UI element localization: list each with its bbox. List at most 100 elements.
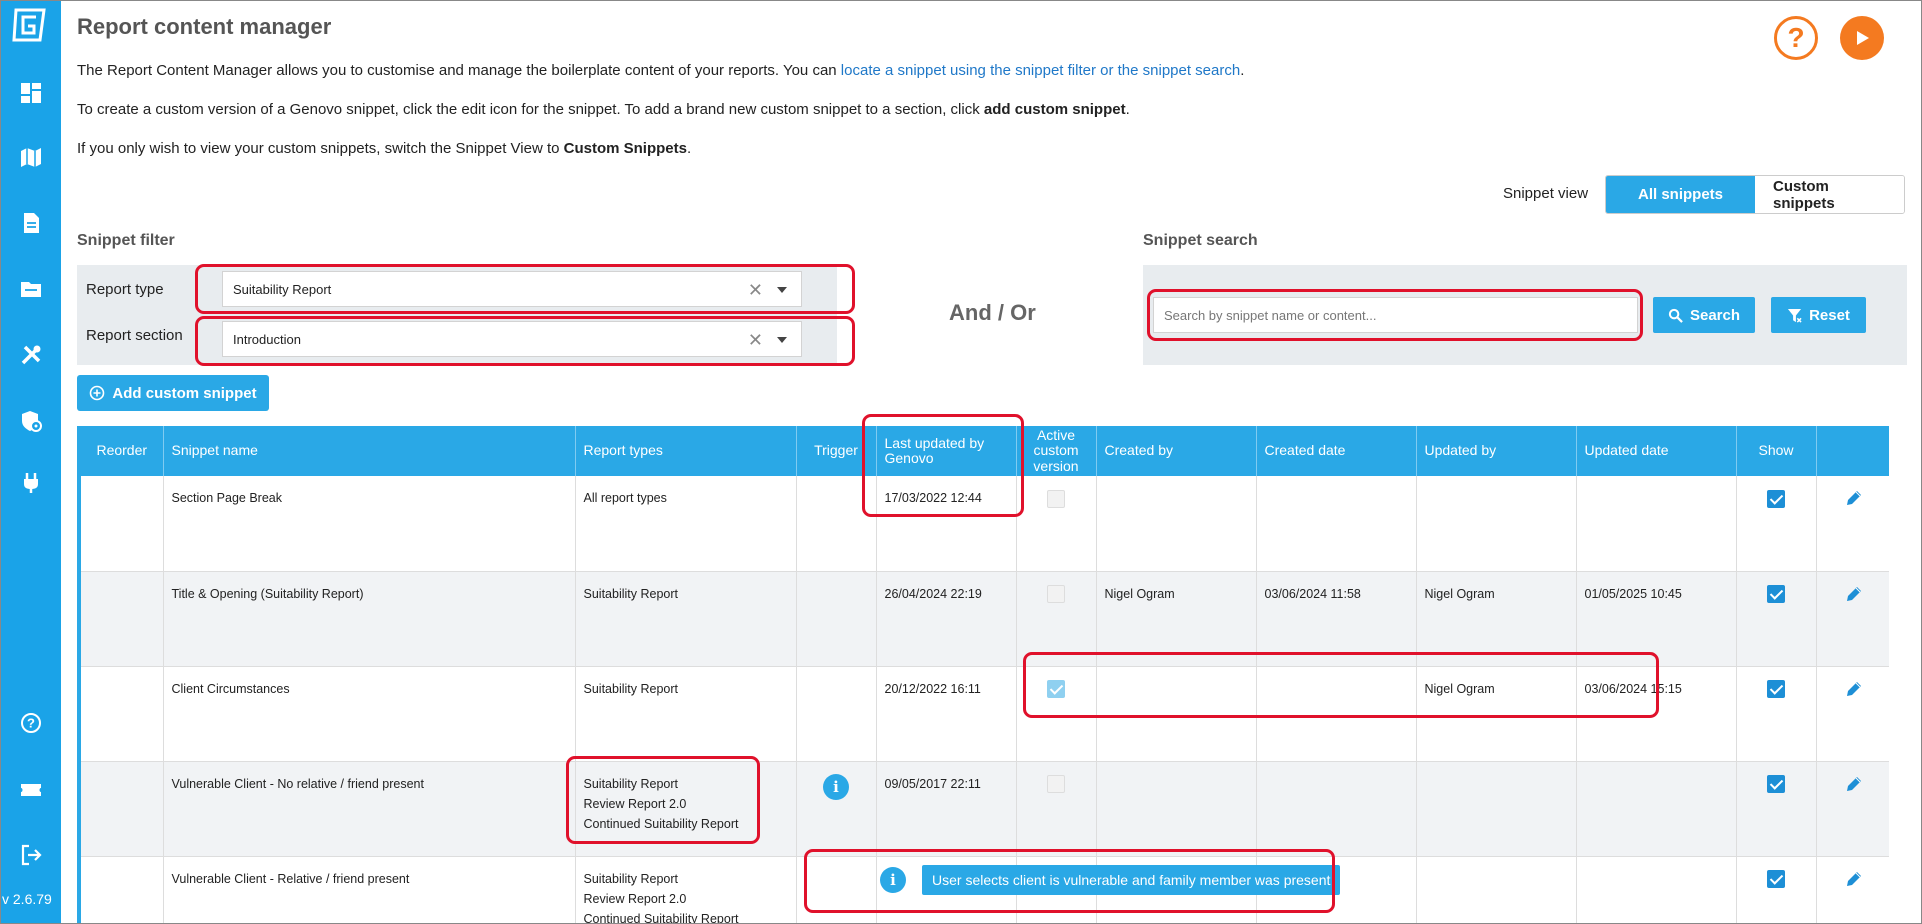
report-types-cell: Suitability Report — [575, 666, 797, 762]
map-icon[interactable] — [18, 144, 44, 170]
updated-date-cell: 03/06/2024 15:15 — [1576, 666, 1737, 762]
report-section-select[interactable]: Introduction ✕ — [222, 321, 802, 357]
trigger-cell — [796, 571, 877, 667]
top-actions: ? — [1774, 16, 1884, 60]
show-checkbox[interactable] — [1767, 870, 1785, 889]
add-custom-snippet-button[interactable]: Add custom snippet — [77, 375, 269, 411]
document-icon[interactable] — [18, 210, 44, 236]
reorder-cell[interactable] — [77, 571, 164, 667]
col-created-date[interactable]: Created date — [1256, 426, 1417, 476]
updated-by-cell: Nigel Ogram — [1416, 666, 1577, 762]
show-checkbox[interactable] — [1767, 775, 1785, 794]
tools-icon[interactable] — [18, 342, 44, 368]
active-custom-checkbox[interactable] — [1047, 680, 1065, 699]
snippet-name: Section Page Break — [163, 476, 576, 572]
dashboard-icon[interactable] — [18, 80, 44, 106]
report-type-item: Continued Suitability Report — [583, 911, 739, 924]
trigger-cell — [796, 856, 877, 924]
shield-settings-icon[interactable] — [18, 408, 44, 434]
clear-icon[interactable]: ✕ — [748, 330, 763, 351]
updated-by-cell — [1416, 476, 1577, 572]
report-type-item: Suitability Report — [583, 586, 679, 601]
snippet-filter-heading: Snippet filter — [77, 232, 175, 249]
col-active-custom[interactable]: Active custom version — [1016, 426, 1097, 476]
show-cell — [1736, 571, 1817, 667]
genovo-logo[interactable] — [12, 8, 46, 42]
edit-pencil-icon[interactable] — [1844, 871, 1864, 892]
col-created-by[interactable]: Created by — [1096, 426, 1257, 476]
edit-pencil-icon[interactable] — [1844, 491, 1864, 511]
snippet-view-toggle: All snippets Custom snippets — [1605, 175, 1905, 214]
intro-line-3: If you only wish to view your custom sni… — [77, 140, 692, 157]
edit-pencil-icon[interactable] — [1844, 586, 1864, 607]
reorder-cell[interactable] — [77, 856, 164, 924]
play-icon[interactable] — [1840, 16, 1884, 60]
info-icon[interactable]: i — [880, 867, 906, 893]
main-content: Report content manager ? The Report Cont… — [61, 0, 1922, 924]
snippets-table: Reorder Snippet name Report types Trigge… — [77, 426, 1889, 924]
col-reorder[interactable]: Reorder — [77, 426, 164, 476]
folder-icon[interactable] — [18, 276, 44, 302]
plus-circle-icon — [90, 385, 105, 401]
help-circle-icon[interactable]: ? — [1774, 16, 1818, 60]
chevron-down-icon[interactable] — [777, 287, 787, 293]
plug-icon[interactable] — [18, 470, 44, 496]
reorder-cell[interactable] — [77, 476, 164, 572]
all-snippets-button[interactable]: All snippets — [1606, 176, 1755, 213]
chevron-down-icon[interactable] — [777, 337, 787, 343]
updated-date-cell: 01/05/2025 10:45 — [1576, 571, 1737, 667]
report-type-item: Suitability Report — [583, 776, 679, 791]
report-type-select[interactable]: Suitability Report ✕ — [222, 271, 802, 307]
created-date-cell — [1256, 666, 1417, 762]
reset-button[interactable]: Reset — [1771, 297, 1866, 333]
snippet-view-label: Snippet view — [1503, 185, 1589, 202]
active-custom-checkbox[interactable] — [1047, 489, 1065, 508]
show-checkbox[interactable] — [1767, 680, 1785, 699]
col-show[interactable]: Show — [1736, 426, 1817, 476]
updated-by-cell — [1416, 761, 1577, 857]
report-type-label: Report type — [86, 281, 164, 298]
report-type-item: Continued Suitability Report — [583, 816, 739, 831]
custom-snippets-button[interactable]: Custom snippets — [1755, 176, 1904, 213]
updated-by-cell — [1416, 856, 1577, 924]
report-type-item: All report types — [583, 491, 667, 505]
col-updated-date[interactable]: Updated date — [1576, 426, 1737, 476]
col-updated-by[interactable]: Updated by — [1416, 426, 1577, 476]
search-button[interactable]: Search — [1653, 297, 1755, 333]
table-row[interactable]: Section Page Break All report types 17/03/… — [77, 476, 1889, 572]
report-types-cell: Suitability Report Review Report 2.0 Conti… — [575, 761, 797, 857]
col-last-updated[interactable]: Last updated by Genovo — [876, 426, 1017, 476]
show-checkbox[interactable] — [1767, 585, 1785, 604]
help-icon[interactable]: ? — [18, 710, 44, 736]
table-row[interactable]: Vulnerable Client - No relative / friend… — [77, 761, 1889, 857]
updated-date-cell — [1576, 856, 1737, 924]
logout-icon[interactable] — [18, 842, 44, 868]
intro-line-1: The Report Content Manager allows you to… — [77, 62, 1245, 79]
updated-date-cell — [1576, 761, 1737, 857]
col-trigger[interactable]: Trigger — [796, 426, 877, 476]
active-custom-cell — [1016, 571, 1097, 667]
locate-snippet-link[interactable]: locate a snippet using the snippet filte… — [841, 62, 1240, 79]
active-custom-checkbox[interactable] — [1047, 585, 1065, 604]
ticket-icon[interactable] — [18, 777, 44, 803]
table-row[interactable]: Client Circumstances Suitability Report 20… — [77, 666, 1889, 762]
active-custom-checkbox[interactable] — [1047, 775, 1065, 794]
edit-pencil-icon[interactable] — [1844, 776, 1864, 797]
snippet-search-input[interactable]: Search by snippet name or content... — [1153, 297, 1638, 333]
edit-pencil-icon[interactable] — [1844, 681, 1864, 702]
report-section-label: Report section — [86, 327, 183, 344]
page-title: Report content manager — [77, 14, 332, 39]
col-report-types[interactable]: Report types — [575, 426, 797, 476]
show-cell — [1736, 856, 1817, 924]
snippet-search-panel: Search by snippet name or content... Sea… — [1143, 265, 1907, 365]
show-cell — [1736, 761, 1817, 857]
table-row[interactable]: Title & Opening (Suitability Report) Suit… — [77, 571, 1889, 667]
clear-icon[interactable]: ✕ — [748, 280, 763, 301]
reorder-cell[interactable] — [77, 666, 164, 762]
show-checkbox[interactable] — [1767, 489, 1785, 508]
sidebar: ? v 2.6.79 — [0, 0, 61, 924]
info-icon[interactable]: i — [823, 773, 849, 800]
reorder-cell[interactable] — [77, 761, 164, 857]
active-custom-cell — [1016, 476, 1097, 572]
col-snippet-name[interactable]: Snippet name — [163, 426, 576, 476]
